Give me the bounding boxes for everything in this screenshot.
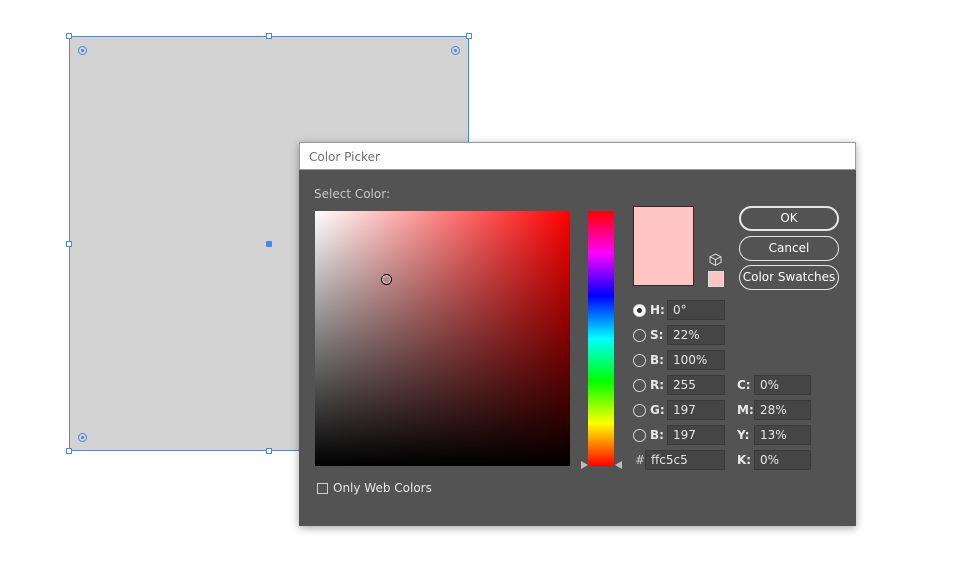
corner-radius-widget-top-right[interactable] (451, 46, 460, 55)
brightness-radio[interactable] (633, 354, 646, 367)
cyan-field[interactable]: 0% (754, 375, 811, 395)
color-field-cursor[interactable] (381, 274, 392, 285)
only-web-colors-label[interactable]: Only Web Colors (333, 481, 432, 495)
blue-field[interactable]: 197 (667, 425, 725, 445)
yellow-label: Y: (737, 428, 750, 442)
resize-handle-middle-left[interactable] (66, 241, 72, 247)
red-field[interactable]: 255 (667, 375, 725, 395)
resize-handle-top-right[interactable] (466, 33, 472, 39)
color-field[interactable] (315, 211, 570, 466)
web-safe-color-swatch[interactable] (708, 271, 724, 287)
only-web-colors-checkbox[interactable] (317, 483, 328, 494)
blue-label: B: (650, 428, 664, 442)
red-label: R: (650, 378, 665, 392)
hue-slider-arrow-right-icon[interactable] (615, 461, 622, 469)
resize-handle-top-left[interactable] (66, 33, 72, 39)
cube-icon[interactable] (709, 253, 722, 266)
resize-handle-bottom-center[interactable] (266, 448, 272, 454)
brightness-field[interactable]: 100% (667, 350, 725, 370)
green-field[interactable]: 197 (667, 400, 725, 420)
hex-field[interactable]: ffc5c5 (645, 450, 725, 470)
dialog-titlebar[interactable]: Color Picker (299, 142, 856, 170)
black-field[interactable]: 0% (754, 450, 811, 470)
blue-radio[interactable] (633, 429, 646, 442)
hue-label: H: (650, 303, 665, 317)
saturation-field[interactable]: 22% (667, 325, 725, 345)
dialog-title: Color Picker (309, 150, 380, 164)
color-swatches-button[interactable]: Color Swatches (739, 265, 839, 290)
cyan-label: C: (737, 378, 751, 392)
center-point-handle[interactable] (266, 241, 272, 247)
resize-handle-top-center[interactable] (266, 33, 272, 39)
saturation-radio[interactable] (633, 329, 646, 342)
cancel-button[interactable]: Cancel (739, 236, 839, 261)
select-color-label: Select Color: (314, 187, 390, 201)
hue-radio[interactable] (633, 304, 646, 317)
black-label: K: (737, 453, 752, 467)
brightness-label: B: (650, 353, 664, 367)
yellow-field[interactable]: 13% (754, 425, 811, 445)
saturation-label: S: (650, 328, 664, 342)
new-color-swatch (633, 206, 694, 286)
green-radio[interactable] (633, 404, 646, 417)
magenta-label: M: (737, 403, 754, 417)
corner-radius-widget-top-left[interactable] (78, 46, 87, 55)
red-radio[interactable] (633, 379, 646, 392)
color-picker-dialog: Color Picker Select Color: OK Cancel Col… (299, 142, 856, 526)
hue-field[interactable]: 0° (667, 300, 725, 320)
green-label: G: (650, 403, 665, 417)
ok-button[interactable]: OK (739, 206, 839, 231)
resize-handle-bottom-left[interactable] (66, 448, 72, 454)
hex-prefix: # (635, 453, 646, 467)
magenta-field[interactable]: 28% (754, 400, 811, 420)
hue-slider[interactable] (588, 211, 614, 466)
hue-slider-arrow-left-icon[interactable] (581, 461, 588, 469)
corner-radius-widget-bottom-left[interactable] (78, 433, 87, 442)
